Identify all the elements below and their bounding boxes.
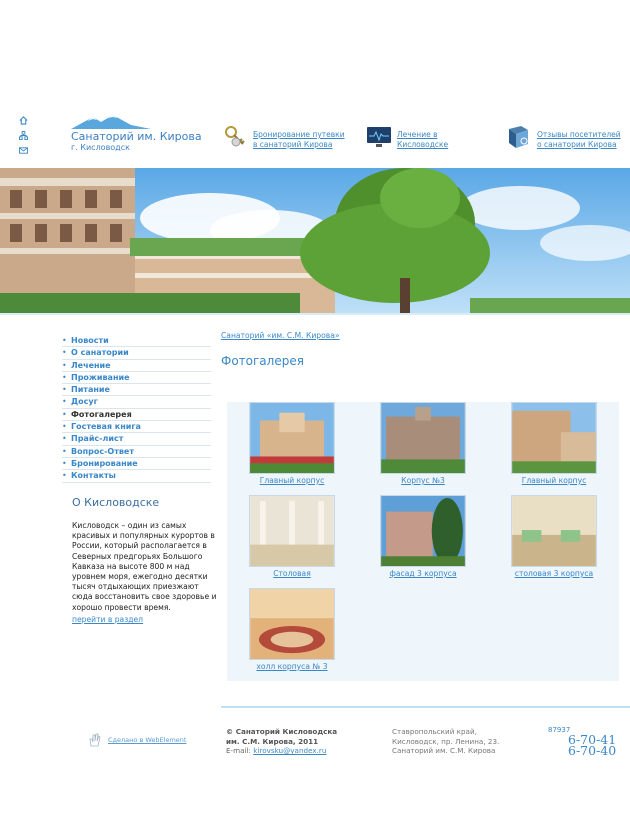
- about-kislovodsk: О Кисловодске Кисловодск – один из самых…: [72, 496, 217, 624]
- gallery-item[interactable]: Столовая: [227, 495, 357, 578]
- keys-icon: [225, 126, 245, 147]
- gallery-thumbnail[interactable]: [511, 402, 597, 474]
- phone-number-2: 6-70-40: [568, 743, 617, 758]
- book-icon: [509, 126, 528, 148]
- page-title: Фотогалерея: [221, 354, 304, 368]
- menu-item-accommodation[interactable]: Проживание: [62, 372, 211, 385]
- mail-icon[interactable]: [19, 146, 28, 155]
- menu-item-treatment[interactable]: Лечение: [62, 360, 211, 372]
- gallery-item[interactable]: Главный корпус: [489, 402, 619, 485]
- gallery-caption[interactable]: фасад 3 корпуса: [358, 569, 488, 578]
- gallery-caption[interactable]: Главный корпус: [227, 476, 357, 485]
- logo-name: Санаторий им. Кирова: [71, 130, 202, 143]
- sitemap-icon[interactable]: [19, 131, 28, 140]
- header-banner-image: [0, 168, 630, 313]
- gallery-thumbnail[interactable]: [249, 588, 335, 660]
- menu-item-food[interactable]: Питание: [62, 384, 211, 397]
- gallery-item[interactable]: фасад 3 корпуса: [358, 495, 488, 578]
- gallery-thumbnail[interactable]: [511, 495, 597, 567]
- about-text: Кисловодск – один из самых красивых и по…: [72, 521, 217, 612]
- mountain-logo-icon: [71, 115, 151, 129]
- home-icon[interactable]: [19, 116, 28, 125]
- hand-icon: [89, 733, 101, 747]
- gallery-item[interactable]: холл корпуса № 3: [227, 588, 357, 671]
- about-more-link[interactable]: перейти в раздел: [72, 615, 217, 624]
- gallery-caption[interactable]: холл корпуса № 3: [227, 662, 357, 671]
- webelement-link[interactable]: Сделано в WebElement: [108, 736, 186, 744]
- footer-address: Ставропольский край, Кисловодск, пр. Лен…: [392, 727, 500, 755]
- menu-item-booking[interactable]: Бронирование: [62, 458, 211, 471]
- header-link-booking-text[interactable]: Бронирование путевки в санаторий Кирова: [253, 130, 353, 150]
- footer-copyright: © Санаторий Кисловодска им. С.М. Кирова,…: [226, 727, 338, 755]
- menu-item-leisure[interactable]: Досуг: [62, 396, 211, 409]
- menu-item-gallery[interactable]: Фотогалерея: [62, 409, 211, 422]
- gallery-thumbnail[interactable]: [380, 495, 466, 567]
- main-menu: Новости О санатории Лечение Проживание П…: [62, 335, 211, 483]
- utility-icons: [19, 116, 29, 161]
- monitor-icon: [367, 127, 391, 147]
- banner-divider: [0, 313, 630, 315]
- menu-item-faq[interactable]: Вопрос-Ответ: [62, 446, 211, 458]
- gallery-item[interactable]: Главный корпус: [227, 402, 357, 485]
- gallery-thumbnail[interactable]: [249, 402, 335, 474]
- header-link-reviews-text[interactable]: Отзывы посетителей о санатории Кирова: [537, 130, 630, 150]
- gallery-thumbnail[interactable]: [249, 495, 335, 567]
- footer-divider: [221, 706, 630, 708]
- footer-email-link[interactable]: kirovsku@yandex.ru: [253, 746, 326, 755]
- gallery-thumbnail[interactable]: [380, 402, 466, 474]
- menu-item-guestbook[interactable]: Гостевая книга: [62, 421, 211, 434]
- logo-city: г. Кисловодск: [71, 143, 130, 152]
- footer-phone: 87937 6-70-41 6-70-40: [548, 726, 617, 758]
- menu-item-about[interactable]: О санатории: [62, 347, 211, 360]
- gallery-caption[interactable]: Корпус №3: [358, 476, 488, 485]
- photo-gallery: Главный корпус Корпус №3 Главный корпус …: [227, 402, 619, 681]
- gallery-item[interactable]: столовая 3 корпуса: [489, 495, 619, 578]
- header-link-treatment-text[interactable]: Лечение в Кисловодске: [397, 130, 497, 150]
- gallery-caption[interactable]: столовая 3 корпуса: [489, 569, 619, 578]
- webelement-credit[interactable]: Сделано в WebElement: [88, 732, 186, 751]
- menu-item-pricelist[interactable]: Прайс-лист: [62, 433, 211, 446]
- about-title: О Кисловодске: [72, 496, 160, 509]
- menu-item-contacts[interactable]: Контакты: [62, 470, 211, 483]
- menu-item-news[interactable]: Новости: [62, 335, 211, 348]
- gallery-item[interactable]: Корпус №3: [358, 402, 488, 485]
- gallery-caption[interactable]: Столовая: [227, 569, 357, 578]
- breadcrumb[interactable]: Санаторий «им. С.М. Кирова»: [221, 331, 340, 340]
- gallery-caption[interactable]: Главный корпус: [489, 476, 619, 485]
- site-logo[interactable]: Санаторий им. Кирова г. Кисловодск: [71, 114, 202, 154]
